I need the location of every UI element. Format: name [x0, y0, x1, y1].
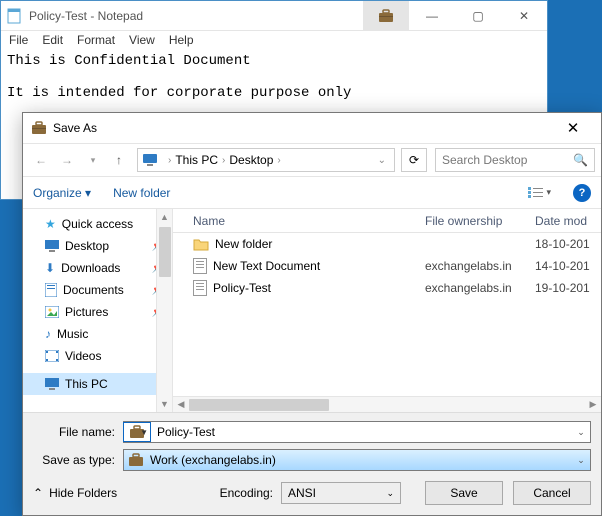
chevron-down-icon: ⌄	[572, 455, 590, 466]
chevron-right-icon[interactable]: ›	[277, 155, 280, 166]
save-as-dialog: Save As ✕ ← → ▾ ↑ › This PC › Desktop › …	[22, 112, 602, 516]
sidebar-item-videos[interactable]: Videos	[23, 345, 172, 367]
file-row[interactable]: Policy-Test exchangelabs.in 19-10-201	[173, 277, 601, 299]
help-button[interactable]: ?	[573, 184, 591, 202]
filename-input[interactable]	[151, 422, 572, 442]
breadcrumb[interactable]: › This PC › Desktop › ⌄	[137, 148, 395, 172]
search-input[interactable]: Search Desktop 🔍	[435, 148, 595, 172]
scroll-left-icon[interactable]: ◀	[173, 399, 189, 410]
crumb-desktop[interactable]: Desktop	[229, 153, 273, 167]
sidebar-item-quickaccess[interactable]: ★Quick access	[23, 213, 172, 235]
filename-label: File name:	[33, 425, 123, 439]
notepad-title: Policy-Test - Notepad	[29, 9, 143, 23]
dialog-bottom: File name: ▼ ⌄ Save as type: Work (excha…	[23, 412, 601, 515]
sidebar-item-desktop[interactable]: Desktop📌	[23, 235, 172, 257]
close-icon[interactable]: ✕	[553, 119, 593, 137]
dialog-title: Save As	[53, 121, 553, 135]
sidebar-item-documents[interactable]: Documents📌	[23, 279, 172, 301]
up-button[interactable]: ↑	[107, 148, 131, 172]
briefcase-icon	[378, 9, 394, 23]
sidebar-item-music[interactable]: ♪Music	[23, 323, 172, 345]
scroll-down-icon[interactable]: ▼	[157, 396, 172, 412]
sidebar-item-thispc[interactable]: This PC	[23, 373, 172, 395]
star-icon: ★	[45, 217, 56, 231]
chevron-right-icon[interactable]: ›	[168, 155, 171, 166]
sidebar-item-pictures[interactable]: Pictures📌	[23, 301, 172, 323]
dialog-titlebar: Save As ✕	[23, 113, 601, 143]
file-row[interactable]: New Text Document exchangelabs.in 14-10-…	[173, 255, 601, 277]
videos-icon	[45, 350, 59, 362]
sidebar-scrollbar[interactable]: ▲ ▼	[156, 209, 172, 412]
encoding-label: Encoding:	[220, 486, 273, 500]
file-header: Name File ownership Date mod	[173, 209, 601, 233]
notepad-body[interactable]: This is Confidential Document It is inte…	[1, 51, 547, 103]
text-file-icon	[193, 258, 207, 274]
scroll-right-icon[interactable]: ▶	[585, 399, 601, 410]
chevron-down-icon: ▼	[140, 428, 148, 437]
cancel-button[interactable]: Cancel	[513, 481, 591, 505]
back-button[interactable]: ←	[29, 148, 53, 172]
documents-icon	[45, 283, 57, 297]
savetype-value: Work (exchangelabs.in)	[150, 453, 276, 467]
sidebar-item-downloads[interactable]: ⬇Downloads📌	[23, 257, 172, 279]
pc-icon	[142, 153, 158, 167]
new-folder-button[interactable]: New folder	[113, 186, 170, 200]
scroll-thumb[interactable]	[189, 399, 329, 411]
crumb-thispc[interactable]: This PC	[175, 153, 218, 167]
file-list: Name File ownership Date mod New folder …	[173, 209, 601, 412]
pictures-icon	[45, 306, 59, 318]
hide-folders-button[interactable]: ⌃Hide Folders	[33, 486, 117, 500]
organize-menu[interactable]: Organize ▾	[33, 186, 91, 200]
chevron-down-icon: ⌄	[386, 488, 394, 499]
savetype-select[interactable]: Work (exchangelabs.in) ⌄	[123, 449, 591, 471]
pc-icon	[45, 378, 59, 390]
horizontal-scrollbar[interactable]: ◀ ▶	[173, 396, 601, 412]
sidebar: ★Quick access Desktop📌 ⬇Downloads📌 Docum…	[23, 209, 173, 412]
chevron-up-icon: ⌃	[33, 486, 43, 500]
col-name[interactable]: Name	[193, 214, 425, 228]
view-mode-button[interactable]: ▾	[528, 187, 551, 199]
text-file-icon	[193, 280, 207, 296]
scroll-up-icon[interactable]: ▲	[157, 209, 172, 225]
maximize-button[interactable]: ▢	[455, 1, 501, 31]
forward-button[interactable]: →	[55, 148, 79, 172]
notepad-menu: File Edit Format View Help	[1, 31, 547, 51]
file-row[interactable]: New folder 18-10-201	[173, 233, 601, 255]
chevron-down-icon[interactable]: ⌄	[572, 427, 590, 438]
refresh-button[interactable]: ⟳	[401, 148, 427, 172]
filename-field[interactable]: ▼ ⌄	[123, 421, 591, 443]
music-icon: ♪	[45, 327, 51, 341]
briefcase-icon	[128, 453, 144, 467]
scroll-thumb[interactable]	[159, 227, 171, 277]
search-icon: 🔍	[573, 153, 588, 167]
savetype-label: Save as type:	[33, 453, 123, 467]
notepad-titlebar: Policy-Test - Notepad — ▢ ✕	[1, 1, 547, 31]
desktop-icon	[45, 240, 59, 252]
menu-file[interactable]: File	[9, 33, 28, 49]
chevron-down-icon[interactable]: ⌄	[378, 155, 386, 166]
folder-icon	[193, 237, 209, 251]
aip-badge[interactable]	[363, 1, 409, 31]
menu-help[interactable]: Help	[169, 33, 194, 49]
menu-view[interactable]: View	[129, 33, 155, 49]
briefcase-icon	[31, 121, 47, 135]
menu-format[interactable]: Format	[77, 33, 115, 49]
notepad-icon	[7, 8, 23, 24]
encoding-select[interactable]: ANSI⌄	[281, 482, 401, 504]
dialog-nav: ← → ▾ ↑ › This PC › Desktop › ⌄ ⟳ Search…	[23, 143, 601, 177]
sensitivity-picker[interactable]: ▼	[123, 422, 151, 442]
menu-edit[interactable]: Edit	[42, 33, 63, 49]
search-placeholder: Search Desktop	[442, 153, 527, 167]
minimize-button[interactable]: —	[409, 1, 455, 31]
details-view-icon	[528, 187, 544, 199]
close-button[interactable]: ✕	[501, 1, 547, 31]
col-ownership[interactable]: File ownership	[425, 214, 535, 228]
dialog-toolbar: Organize ▾ New folder ▾ ?	[23, 177, 601, 209]
downloads-icon: ⬇	[45, 261, 55, 275]
col-date[interactable]: Date mod	[535, 214, 587, 228]
save-button[interactable]: Save	[425, 481, 503, 505]
chevron-right-icon[interactable]: ›	[222, 155, 225, 166]
recent-dropdown[interactable]: ▾	[81, 148, 105, 172]
